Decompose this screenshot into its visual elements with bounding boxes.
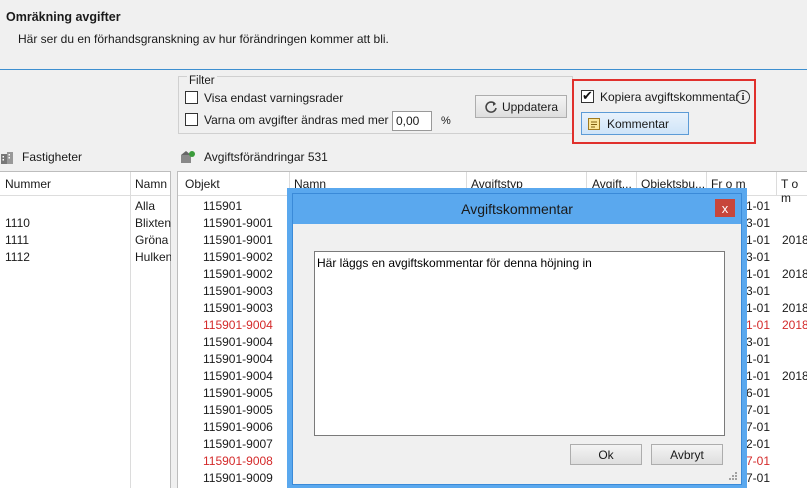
row-cell-objekt: 115901-9004 xyxy=(203,335,273,349)
row-cell-objekt: 115901-9005 xyxy=(203,403,273,417)
page-title: Omräkning avgifter xyxy=(6,10,121,24)
row-cell-from: 1-01 xyxy=(746,318,771,332)
row-cell-tom: 2018- xyxy=(782,369,807,383)
column-header-avgiftstyp[interactable]: Avgiftstyp xyxy=(471,177,523,191)
table-row[interactable]: 1112 Hulken xyxy=(0,248,171,265)
row-cell-objekt: 115901 xyxy=(203,199,243,213)
row-cell-from: 3-01 xyxy=(746,216,771,230)
row-cell-from: 1-01 xyxy=(746,233,771,247)
update-button[interactable]: Uppdatera xyxy=(475,95,567,118)
properties-grid: Nummer Namn Alla 1110 Blixten 1111 Gröna… xyxy=(0,171,171,488)
properties-grid-header: Nummer Namn xyxy=(0,172,170,196)
column-header-from[interactable]: Fr o m xyxy=(711,177,746,191)
row-cell-objekt: 115901-9005 xyxy=(203,386,273,400)
properties-section-label: Fastigheter xyxy=(0,150,82,164)
row-cell-namn: Alla xyxy=(135,199,156,213)
row-cell-nummer: 1112 xyxy=(5,250,30,264)
update-button-label: Uppdatera xyxy=(501,99,559,114)
row-cell-nummer: 1111 xyxy=(5,233,30,247)
row-cell-objekt: 115901-9009 xyxy=(203,471,273,485)
row-cell-namn: Gröna L xyxy=(135,233,171,247)
row-cell-from: 7-01 xyxy=(746,471,771,485)
percent-label: % xyxy=(441,115,451,127)
row-cell-tom: 2018- xyxy=(782,233,807,247)
filter-group: Filter Visa endast varningsrader Varna o… xyxy=(178,75,573,134)
row-cell-objekt: 115901-9001 xyxy=(203,233,273,247)
row-cell-from: 3-01 xyxy=(746,284,771,298)
row-cell-objekt: 115901-9007 xyxy=(203,437,273,451)
note-icon xyxy=(588,117,600,130)
close-icon: x xyxy=(721,200,729,216)
cancel-button-label: Avbryt xyxy=(670,447,704,462)
table-row[interactable]: 1110 Blixten xyxy=(0,214,171,231)
row-cell-from: 1-01 xyxy=(746,199,771,213)
close-button[interactable]: x xyxy=(715,199,735,217)
column-header-nummer[interactable]: Nummer xyxy=(5,177,51,191)
row-cell-from: 1-01 xyxy=(746,267,771,281)
table-row[interactable]: 1111 Gröna L xyxy=(0,231,171,248)
comment-button-label: Kommentar xyxy=(607,116,670,131)
info-icon[interactable]: i xyxy=(736,90,750,104)
row-cell-objekt: 115901-9003 xyxy=(203,284,273,298)
warn-rows-only-checkbox[interactable] xyxy=(185,91,198,104)
comment-textarea[interactable]: Här läggs en avgiftskommentar för denna … xyxy=(314,251,725,436)
row-cell-tom: 2018- xyxy=(782,267,807,281)
ok-button[interactable]: Ok xyxy=(570,444,642,465)
fee-change-icon xyxy=(181,151,195,163)
row-cell-objekt: 115901-9008 xyxy=(203,454,273,468)
table-row[interactable]: Alla xyxy=(0,197,170,214)
dialog-title: Avgiftskommentar xyxy=(461,201,573,217)
header-panel: Omräkning avgifter Här ser du en förhand… xyxy=(0,0,807,70)
dialog-titlebar[interactable]: Avgiftskommentar x xyxy=(293,194,741,224)
column-divider xyxy=(289,172,290,196)
column-header-namn[interactable]: Namn xyxy=(135,177,167,191)
row-cell-objekt: 115901-9006 xyxy=(203,420,273,434)
cancel-button[interactable]: Avbryt xyxy=(651,444,723,465)
column-header-avgift[interactable]: Avgift... xyxy=(592,177,632,191)
row-cell-objekt: 115901-9001 xyxy=(203,216,273,230)
row-cell-from: 3-01 xyxy=(746,250,771,264)
row-cell-nummer: 1110 xyxy=(5,216,30,230)
warn-change-input[interactable]: 0,00 xyxy=(392,111,432,131)
row-cell-objekt: 115901-9004 xyxy=(203,369,273,383)
row-cell-from: 7-01 xyxy=(746,403,771,417)
row-cell-objekt: 115901-9003 xyxy=(203,301,273,315)
column-header-objektsbu[interactable]: Objektsbu... xyxy=(641,177,705,191)
row-cell-from: 3-01 xyxy=(746,335,771,349)
copy-comment-label: Kopiera avgiftskommentar xyxy=(600,90,740,104)
row-cell-objekt: 115901-9004 xyxy=(203,352,273,366)
comment-button[interactable]: Kommentar xyxy=(581,112,689,135)
building-icon xyxy=(1,151,13,164)
row-cell-objekt: 115901-9004 xyxy=(203,318,273,332)
warn-change-checkbox[interactable] xyxy=(185,113,198,126)
row-cell-from: 6-01 xyxy=(746,386,771,400)
row-cell-from: 7-01 xyxy=(746,454,771,468)
row-cell-tom: 2018- xyxy=(782,318,807,332)
column-divider xyxy=(776,172,777,196)
row-cell-from: 1-01 xyxy=(746,301,771,315)
changes-section-title: Avgiftsförändringar 531 xyxy=(204,150,328,164)
page-subtitle: Här ser du en förhandsgranskning av hur … xyxy=(18,32,389,46)
row-cell-namn: Blixten xyxy=(135,216,171,230)
comment-dialog: Avgiftskommentar x Här läggs en avgiftsk… xyxy=(292,193,742,485)
row-cell-from: 1-01 xyxy=(746,352,771,366)
copy-comment-checkbox[interactable] xyxy=(581,88,594,104)
changes-section-label: Avgiftsförändringar 531 xyxy=(180,150,328,164)
filter-legend: Filter xyxy=(187,75,217,87)
resize-grip-icon[interactable] xyxy=(728,471,738,481)
warn-rows-only-label: Visa endast varningsrader xyxy=(204,91,344,105)
ok-button-label: Ok xyxy=(598,447,614,462)
refresh-icon xyxy=(485,100,497,113)
row-cell-objekt: 115901-9002 xyxy=(203,250,273,264)
row-cell-from: 7-01 xyxy=(746,420,771,434)
row-cell-objekt: 115901-9002 xyxy=(203,267,273,281)
row-cell-namn: Hulken xyxy=(135,250,171,264)
column-header-objekt[interactable]: Objekt xyxy=(185,177,220,191)
warn-change-label: Varna om avgifter ändras med mer än xyxy=(204,113,406,127)
column-header-namn[interactable]: Namn xyxy=(294,177,326,191)
properties-section-title: Fastigheter xyxy=(22,150,83,164)
row-cell-from: 1-01 xyxy=(746,369,771,383)
row-cell-from: 2-01 xyxy=(746,437,771,451)
row-cell-tom: 2018- xyxy=(782,301,807,315)
